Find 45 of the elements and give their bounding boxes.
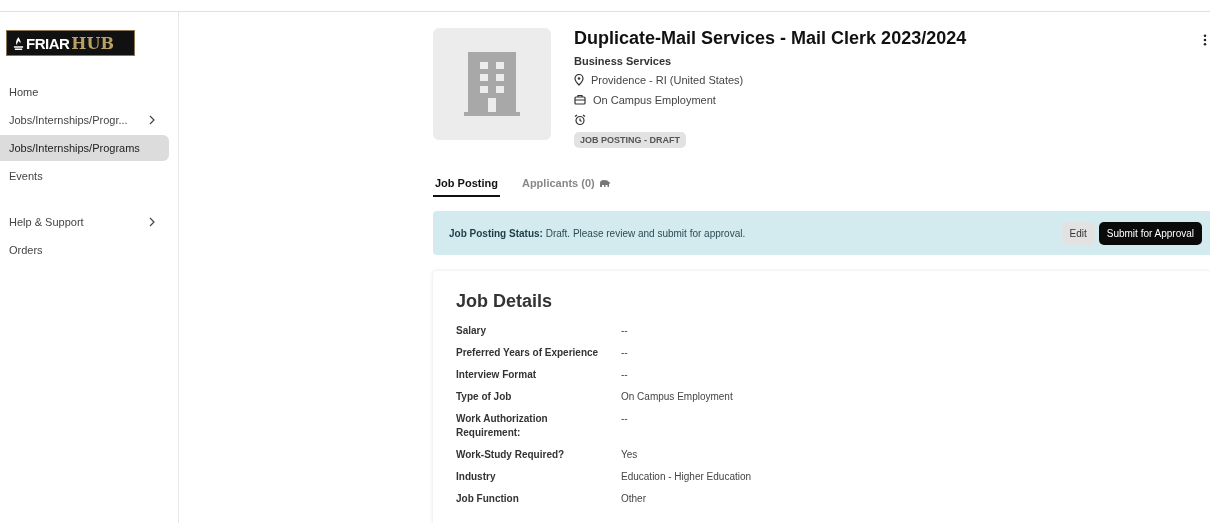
sidebar-item[interactable]: Jobs/Internships/Progr... — [0, 107, 169, 133]
more-options-icon[interactable] — [1203, 34, 1207, 46]
detail-value: -- — [621, 412, 629, 426]
detail-label: Job Function — [456, 492, 520, 506]
detail-label: Type of Job — [456, 390, 513, 404]
animal-icon — [598, 178, 611, 188]
detail-value: On Campus Employment — [621, 390, 734, 404]
section-heading: Job Details — [456, 291, 554, 312]
briefcase-icon — [574, 94, 586, 105]
building-icon — [464, 52, 520, 116]
submit-button[interactable]: Submit for Approval — [1098, 221, 1202, 245]
detail-value: -- — [621, 324, 629, 338]
job-title: Duplicate-Mail Services - Mail Clerk 2023/2024 — [574, 28, 967, 49]
detail-label: Preferred Years of Experience — [456, 346, 600, 360]
detail-label: Salary — [456, 324, 488, 338]
chevron-right-icon — [149, 217, 155, 227]
detail-label: Industry — [456, 470, 497, 484]
sidebar-item[interactable]: Events — [0, 163, 169, 189]
detail-label: Work-Study Required? — [456, 448, 566, 462]
sidebar-item[interactable]: Orders — [0, 237, 169, 263]
logo-text: FRIAR — [26, 34, 70, 52]
location-text: Providence - RI (United States) — [591, 73, 744, 86]
sidebar-item[interactable]: Jobs/Internships/Programs — [0, 135, 169, 161]
alarm-clock-icon — [574, 113, 586, 126]
detail-value: Education - Higher Education — [621, 470, 753, 484]
detail-value: -- — [621, 368, 629, 382]
chevron-right-icon — [149, 115, 155, 125]
employer-name: Business Services — [574, 55, 673, 67]
logo-text: HUB — [71, 33, 114, 53]
status-message: Job Posting Status: Draft. Please review and submit for approval. — [449, 227, 746, 239]
detail-value: -- — [621, 346, 629, 360]
status-badge: JOB POSTING - DRAFT — [574, 132, 686, 148]
tab[interactable]: Applicants (0) — [519, 177, 613, 197]
edit-button[interactable]: Edit — [1061, 221, 1095, 245]
sidebar-item[interactable]: Home — [0, 79, 169, 105]
tab[interactable]: Job Posting — [433, 177, 500, 197]
sidebar-item[interactable]: Help & Support — [0, 209, 169, 235]
friarhub-logo[interactable]: FRIARHUB — [6, 30, 135, 56]
detail-label: Interview Format — [456, 368, 538, 382]
job-type-text: On Campus Employment — [593, 93, 716, 106]
detail-value: Other — [621, 492, 647, 506]
detail-label: Work Authorization Requirement: — [456, 412, 549, 440]
location-pin-icon — [574, 73, 584, 86]
detail-value: Yes — [621, 448, 639, 462]
flame-icon — [13, 36, 24, 50]
